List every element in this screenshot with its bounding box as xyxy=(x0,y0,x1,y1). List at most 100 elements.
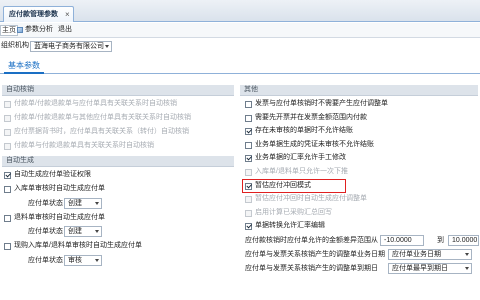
option-label: 需要先开票并在发票金额范围内付款 xyxy=(255,114,367,121)
option-row[interactable]: 存在未审核的单据时不允许结账 xyxy=(245,126,353,136)
option-row[interactable]: 付款单/付款退款单与其他应付单具有关联关系时自动核销 xyxy=(4,113,191,123)
status-label: 应付单状态 xyxy=(28,228,63,235)
section-title: 其他 xyxy=(244,86,258,93)
close-icon[interactable]: × xyxy=(65,10,70,20)
chevron-down-icon[interactable] xyxy=(95,202,99,205)
checkbox[interactable] xyxy=(4,100,11,108)
checkbox[interactable] xyxy=(4,142,11,150)
checkbox[interactable] xyxy=(4,242,11,250)
diff-range-to-input[interactable]: 10.0000 xyxy=(448,235,479,246)
status-select[interactable]: 创建 xyxy=(64,198,102,209)
checkbox[interactable] xyxy=(245,195,252,203)
diff-range-from-input[interactable]: -10.0000 xyxy=(380,235,424,246)
section-header-other: 其他 xyxy=(240,85,478,96)
chevron-down-icon[interactable] xyxy=(465,267,469,270)
option-row[interactable]: 退料单审核时自动生成应付单 xyxy=(4,213,105,223)
option-label: 业务单据的汇率允许手工修改 xyxy=(255,154,346,161)
check-icon xyxy=(5,171,11,177)
option-row[interactable]: 自动生成应付单验证权限 xyxy=(4,170,91,180)
org-select-value: 蓝海电子商务有限公司 xyxy=(34,43,104,50)
chevron-down-icon[interactable] xyxy=(95,230,99,233)
option-row[interactable]: 业务单据的汇率允许手工修改 xyxy=(245,153,346,163)
checkbox[interactable] xyxy=(4,114,11,122)
option-row[interactable]: 发票与应付单核销时不需要产生应付调整单 xyxy=(245,99,388,109)
checkbox[interactable] xyxy=(245,100,252,108)
checkbox[interactable] xyxy=(245,222,252,230)
document-tab-ap-parameters[interactable]: 应付款管理参数 × xyxy=(3,6,74,22)
option-label: 自动生成应付单验证权限 xyxy=(14,171,91,178)
status-select-value: 审核 xyxy=(68,257,82,264)
section-title: 自动生成 xyxy=(6,157,34,164)
option-label: 现购入库单/退料单审核时自动生成应付单 xyxy=(14,242,142,249)
option-row[interactable]: 付款单与付款退款单具有关联关系时自动核销 xyxy=(4,141,154,151)
checkbox[interactable] xyxy=(245,154,252,162)
option-label: 单据转换允许汇率编辑 xyxy=(255,222,325,229)
section-header-auto-writeoff: 自动核销 xyxy=(2,85,234,96)
diff-range-from-value: -10.0000 xyxy=(384,237,412,244)
check-icon xyxy=(246,222,252,228)
section-header-auto-generate: 自动生成 xyxy=(2,156,234,167)
checkbox[interactable] xyxy=(4,214,11,222)
document-tab-strip: 应付款管理参数 × xyxy=(0,0,480,22)
tab-basic-parameters[interactable]: 基本参数 xyxy=(4,60,44,74)
checkbox[interactable] xyxy=(245,141,252,149)
diff-range-label: 应付款核销时应付单允许的金额差异范围从 xyxy=(245,237,378,244)
option-row[interactable]: 需要先开票并在发票金额范围内付款 xyxy=(245,113,367,123)
option-label: 付款单与付款退款单具有关联关系时自动核销 xyxy=(14,142,154,149)
option-row[interactable]: 启用计算已采购汇总回写 xyxy=(245,208,332,218)
adjust-business-date-label: 应付单与发票关系核销产生的调整单业务日期 xyxy=(245,251,385,258)
option-label: 存在未审核的单据时不允许结账 xyxy=(255,127,353,134)
option-label: 发票与应付单核销时不需要产生应付调整单 xyxy=(255,100,388,107)
status-select-value: 创建 xyxy=(68,200,82,207)
check-icon xyxy=(246,154,252,160)
option-row[interactable]: 入库单审核时自动生成应付单 xyxy=(4,184,105,194)
option-row[interactable]: 现购入库单/退料单审核时自动生成应付单 xyxy=(4,241,142,251)
parameter-analysis-button[interactable]: 参数分析 xyxy=(25,25,53,35)
checkbox[interactable] xyxy=(245,127,252,135)
chevron-down-icon[interactable] xyxy=(465,253,469,256)
adjust-due-date-value: 应付单最早到期日 xyxy=(392,265,448,272)
status-select[interactable]: 创建 xyxy=(64,226,102,237)
option-row[interactable]: 入库单/退料单只允许一次下推 xyxy=(245,167,348,177)
checkbox[interactable] xyxy=(245,182,252,190)
checkbox[interactable] xyxy=(245,114,252,122)
option-label: 业务单据生成的凭证未审核不允许结账 xyxy=(255,141,374,148)
option-row[interactable]: 付款单/付款退款单与应付单具有关联关系时自动核销 xyxy=(4,99,177,109)
checkbox[interactable] xyxy=(4,128,11,136)
option-label: 入库单/退料单只允许一次下推 xyxy=(255,168,348,175)
checkbox[interactable] xyxy=(245,168,252,176)
option-label: 付款单/付款退款单与其他应付单具有关联关系时自动核销 xyxy=(14,114,191,121)
adjust-due-date-select[interactable]: 应付单最早到期日 xyxy=(388,263,472,274)
option-label: 付款单/付款退款单与应付单具有关联关系时自动核销 xyxy=(14,100,177,107)
status-select-value: 创建 xyxy=(68,228,82,235)
chevron-down-icon[interactable] xyxy=(95,259,99,262)
analyze-icon[interactable] xyxy=(17,27,23,33)
status-label: 应付单状态 xyxy=(28,200,63,207)
diff-range-to-label: 到 xyxy=(437,237,444,244)
adjust-business-date-select[interactable]: 应付单业务日期 xyxy=(388,249,472,260)
option-row[interactable]: 单据转换允许汇率编辑 xyxy=(245,221,325,231)
section-title: 自动核销 xyxy=(6,86,34,93)
chevron-down-icon[interactable] xyxy=(105,45,109,48)
home-tab[interactable]: 主页 xyxy=(0,25,18,36)
exit-button[interactable]: 退出 xyxy=(58,25,72,35)
check-icon xyxy=(246,182,252,188)
page-tab-bar xyxy=(0,73,480,74)
option-label: 暂估应付冲回时自动生成应付调整单 xyxy=(255,195,367,202)
document-tab-title: 应付款管理参数 xyxy=(9,11,58,18)
checkbox[interactable] xyxy=(4,171,11,179)
org-select[interactable]: 蓝海电子商务有限公司 xyxy=(30,41,112,52)
org-label: 组织机构 xyxy=(1,42,29,49)
option-row[interactable]: 业务单据生成的凭证未审核不允许结账 xyxy=(245,140,374,150)
option-row-estimate-reversal-mode[interactable]: 暂估应付冲回模式 xyxy=(245,181,311,191)
tab-label: 基本参数 xyxy=(8,61,40,70)
option-label: 暂估应付冲回模式 xyxy=(255,182,311,189)
option-label: 启用计算已采购汇总回写 xyxy=(255,209,332,216)
checkbox[interactable] xyxy=(245,209,252,217)
option-row[interactable]: 暂估应付冲回时自动生成应付调整单 xyxy=(245,194,367,204)
adjust-business-date-value: 应付单业务日期 xyxy=(392,251,441,258)
status-select[interactable]: 审核 xyxy=(64,255,102,266)
checkbox[interactable] xyxy=(4,185,11,193)
option-label: 退料单审核时自动生成应付单 xyxy=(14,214,105,221)
option-row[interactable]: 应付票据背书时，应付单具有关联关系（转付）自动核销 xyxy=(4,127,189,137)
